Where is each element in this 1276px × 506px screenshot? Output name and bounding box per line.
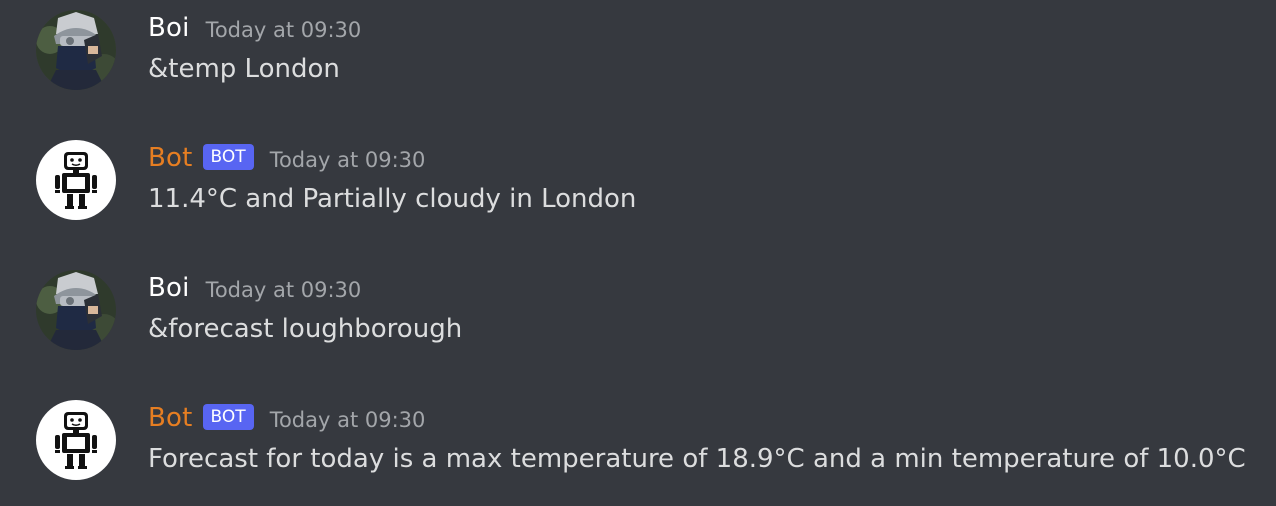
- message-header: Bot BOT Today at 09:30: [148, 401, 425, 435]
- chat-message-list: Boi Today at 09:30 &temp London Bot BOT …: [0, 0, 1276, 506]
- username[interactable]: Boi: [148, 13, 190, 43]
- username[interactable]: Bot: [148, 403, 193, 433]
- message-header: Boi Today at 09:30: [148, 271, 361, 305]
- message-content: &forecast loughborough: [148, 314, 463, 344]
- username[interactable]: Boi: [148, 273, 190, 303]
- ninja-user-avatar-icon: [36, 270, 116, 350]
- bot-avatar[interactable]: [36, 140, 116, 220]
- message-header: Boi Today at 09:30: [148, 11, 361, 45]
- user-avatar[interactable]: [36, 270, 116, 350]
- message-timestamp: Today at 09:30: [269, 408, 426, 432]
- user-avatar[interactable]: [36, 10, 116, 90]
- chat-message: Bot BOT Today at 09:30 Forecast for toda…: [0, 390, 1276, 490]
- robot-avatar-icon: [36, 400, 116, 480]
- message-content: &temp London: [148, 54, 340, 84]
- message-timestamp: Today at 09:30: [205, 18, 362, 42]
- chat-message: Boi Today at 09:30 &temp London: [0, 0, 1276, 100]
- robot-avatar-icon: [36, 140, 116, 220]
- message-content: 11.4°C and Partially cloudy in London: [148, 184, 637, 214]
- username[interactable]: Bot: [148, 143, 193, 173]
- chat-message: Boi Today at 09:30 &forecast loughboroug…: [0, 260, 1276, 360]
- message-content: Forecast for today is a max temperature …: [148, 444, 1246, 474]
- message-timestamp: Today at 09:30: [269, 148, 426, 172]
- chat-message: Bot BOT Today at 09:30 11.4°C and Partia…: [0, 130, 1276, 230]
- message-timestamp: Today at 09:30: [205, 278, 362, 302]
- bot-badge: BOT: [202, 404, 254, 430]
- ninja-user-avatar-icon: [36, 10, 116, 90]
- message-header: Bot BOT Today at 09:30: [148, 141, 425, 175]
- bot-badge: BOT: [202, 144, 254, 170]
- bot-avatar[interactable]: [36, 400, 116, 480]
